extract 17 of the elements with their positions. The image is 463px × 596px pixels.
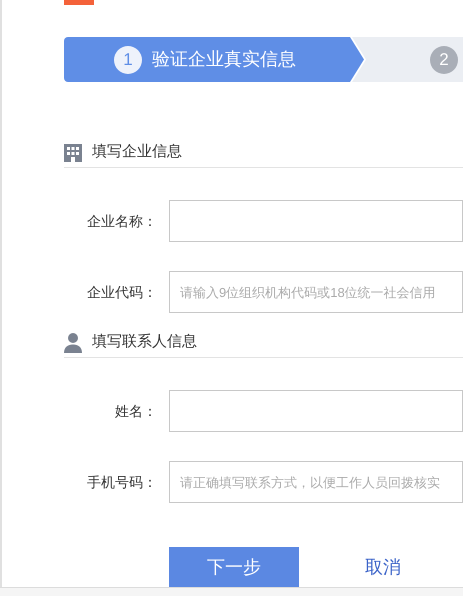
input-field[interactable] [169,200,463,242]
section-title: 填写企业信息 [92,142,182,162]
field-label: 手机号码： [86,472,158,492]
notice-badge [64,0,94,5]
step-tab[interactable]: 2 [352,37,463,82]
person-icon [64,332,82,352]
field-label: 企业名称： [86,212,158,230]
building-icon [64,144,82,162]
section-title: 填写联系人信息 [92,332,197,352]
field-label: 企业代码： [86,282,158,302]
input-field[interactable]: 请正确填写联系方式，以便工作人员回拨核实 [169,461,463,503]
input-field[interactable] [169,390,463,432]
field-label: 姓名： [114,402,158,420]
input-field[interactable]: 请输入9位组织机构代码或18位统一社会信用 [169,271,463,313]
cancel-link[interactable]: 取消 [365,554,401,580]
step-tab[interactable]: 1 验证企业真实信息 [64,37,364,82]
next-button[interactable]: 下一步 [169,547,299,587]
